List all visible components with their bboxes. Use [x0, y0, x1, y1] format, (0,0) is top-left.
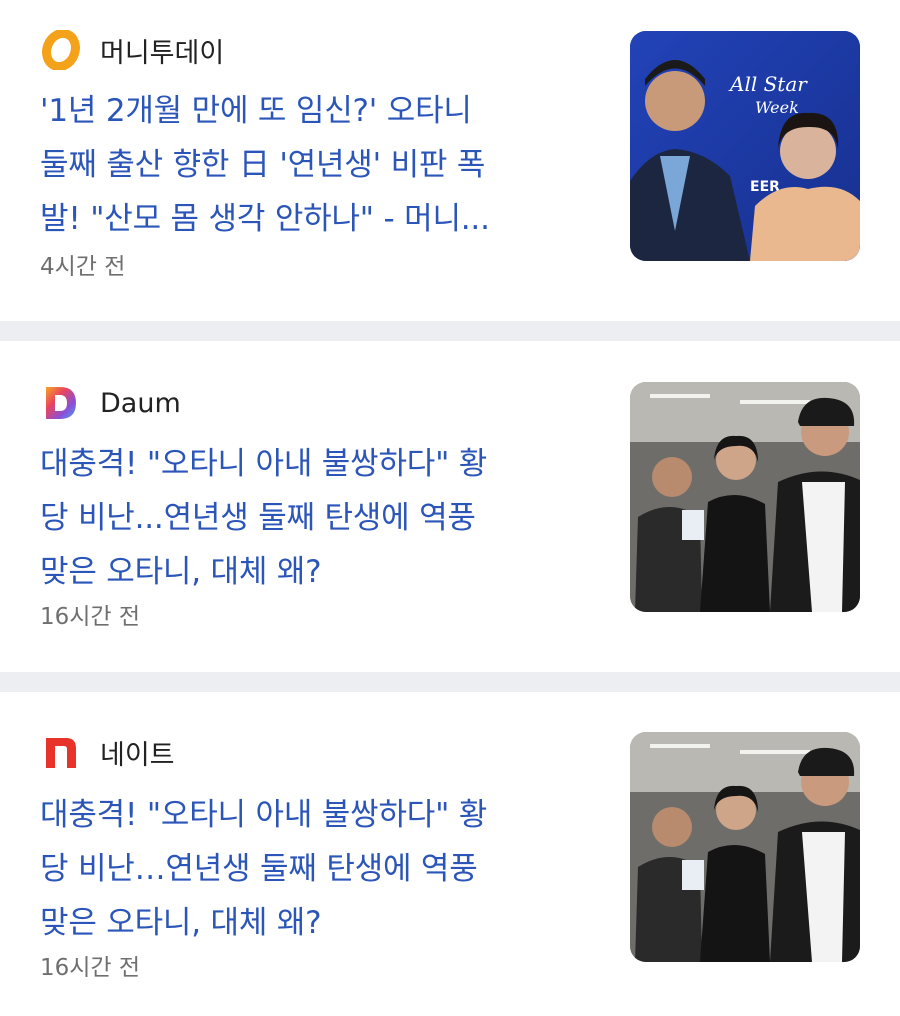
headline-line: 맞은 오타니, 대체 왜? — [40, 554, 322, 590]
source-name: 머니투데이 — [100, 37, 225, 69]
article-headline[interactable]: '1년 2개월 만에 또 임신?' 오타니 둘째 출산 향한 日 '연년생' 비… — [40, 84, 585, 246]
headline-line: 대충격! "오타니 아내 불쌍하다" 황 — [40, 797, 488, 833]
news-feed: 머니투데이 '1년 2개월 만에 또 임신?' 오타니 둘째 출산 향한 日 '… — [0, 0, 900, 1016]
article-thumbnail[interactable] — [630, 382, 860, 612]
headline-line: 대충격! "오타니 아내 불쌍하다" 황 — [40, 446, 488, 482]
svg-text:Week: Week — [755, 98, 799, 117]
news-source[interactable]: Daum — [40, 383, 181, 423]
daum-logo-icon — [40, 383, 80, 423]
article-time: 4시간 전 — [40, 254, 126, 280]
article-thumbnail[interactable] — [630, 732, 860, 962]
news-card[interactable]: Daum 대충격! "오타니 아내 불쌍하다" 황 당 비난...연년생 둘째 … — [0, 341, 900, 671]
news-source[interactable]: 머니투데이 — [40, 30, 224, 70]
article-time: 16시간 전 — [40, 955, 141, 981]
headline-line: 발! "산모 몸 생각 안하나" - 머니... — [40, 201, 490, 237]
article-headline[interactable]: 대충격! "오타니 아내 불쌍하다" 황 당 비난...연년생 둘째 탄생에 역… — [40, 437, 585, 599]
headline-line: 당 비난…연년생 둘째 탄생에 역풍 — [40, 851, 478, 887]
headline-line: 당 비난...연년생 둘째 탄생에 역풍 — [40, 500, 476, 536]
headline-line: 맞은 오타니, 대체 왜? — [40, 905, 322, 941]
news-card[interactable]: 네이트 대충격! "오타니 아내 불쌍하다" 황 당 비난…연년생 둘째 탄생에… — [0, 692, 900, 1012]
news-source[interactable]: 네이트 — [40, 732, 175, 772]
article-headline[interactable]: 대충격! "오타니 아내 불쌍하다" 황 당 비난…연년생 둘째 탄생에 역풍 … — [40, 788, 585, 950]
source-name: 네이트 — [100, 739, 175, 771]
news-card[interactable]: 머니투데이 '1년 2개월 만에 또 임신?' 오타니 둘째 출산 향한 日 '… — [0, 0, 900, 320]
moneytoday-logo-icon — [40, 30, 80, 70]
source-name: Daum — [100, 387, 181, 419]
headline-line: '1년 2개월 만에 또 임신?' 오타니 — [40, 93, 472, 129]
article-time: 16시간 전 — [40, 604, 141, 630]
feed-divider — [0, 321, 900, 341]
headline-line: 둘째 출산 향한 日 '연년생' 비판 폭 — [40, 147, 486, 183]
article-thumbnail[interactable]: All Star Week EER — [630, 31, 860, 261]
feed-divider — [0, 672, 900, 692]
nate-logo-icon — [40, 732, 80, 772]
svg-text:All Star: All Star — [728, 72, 808, 96]
